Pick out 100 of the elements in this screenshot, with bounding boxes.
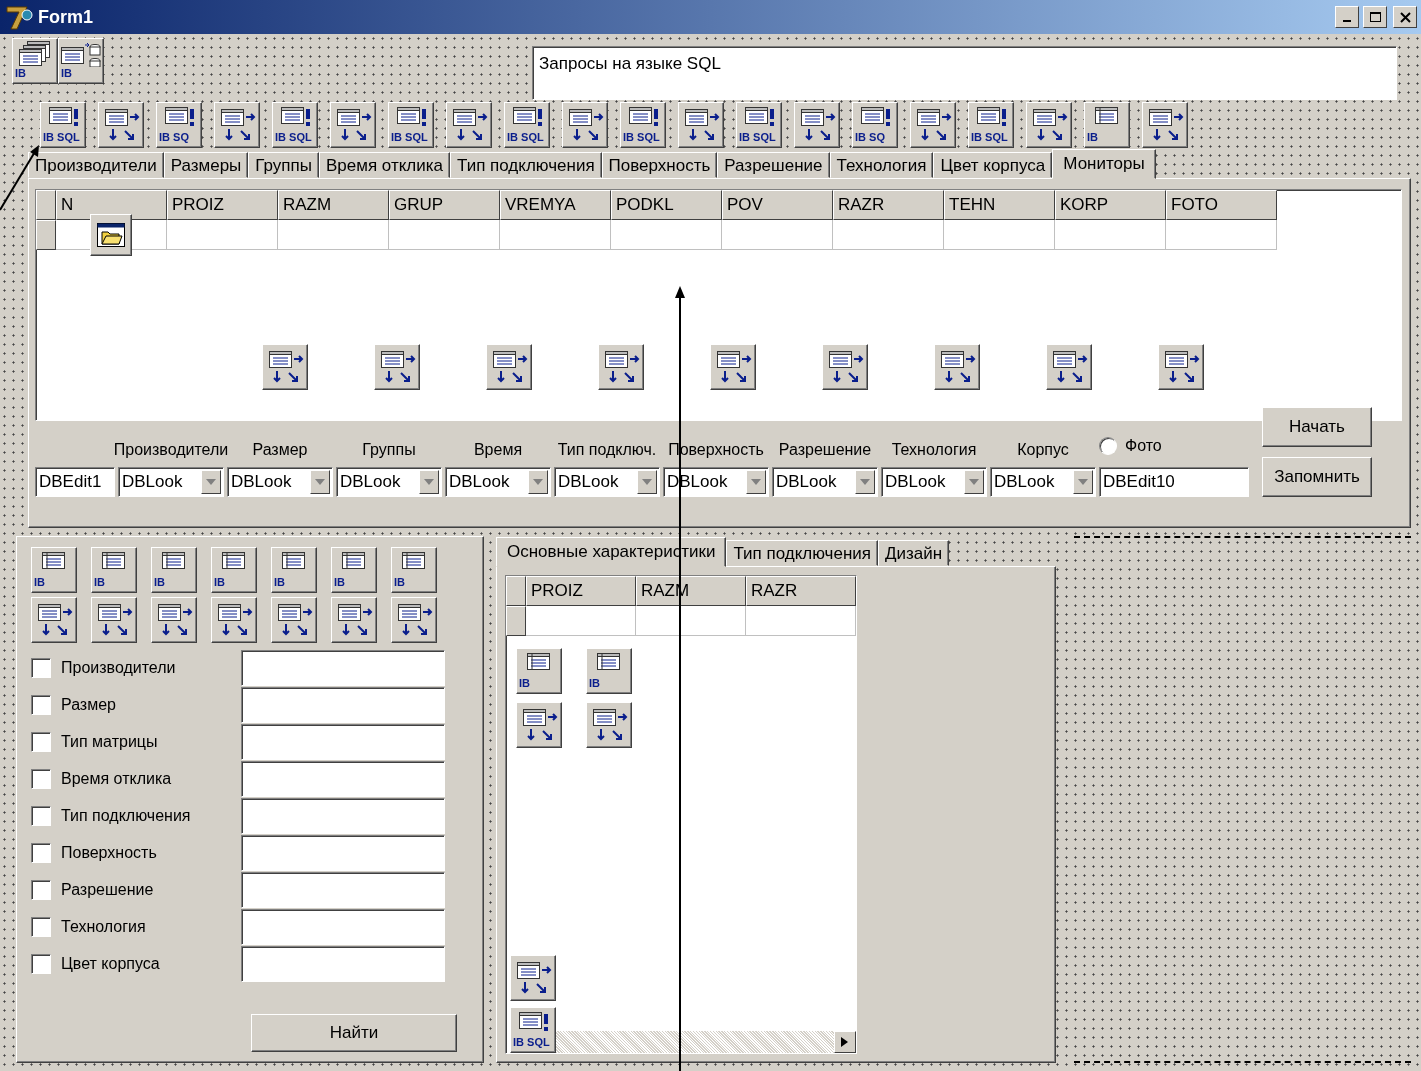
input-field[interactable] [241,946,445,982]
column-header[interactable]: VREMYA [500,190,611,220]
column-header[interactable]: PROIZ [167,190,278,220]
input-field[interactable] [241,909,445,945]
datasource-component-icon [1026,102,1072,148]
text-field[interactable]: DBEdit1 [35,467,115,497]
datasource-component-icon [98,102,144,148]
query-component-icon: IB SQ [852,102,898,148]
maximize-button[interactable] [1363,6,1387,28]
transaction-component-icon: IB [58,38,104,84]
column-header[interactable]: POV [722,190,833,220]
row-indicator [506,606,526,636]
memo-field[interactable]: Запросы на языке SQL [532,46,1397,100]
tab[interactable]: Тип подключения [450,152,602,178]
button[interactable]: Запомнить [1262,457,1372,497]
datasource-component-icon [262,344,308,390]
datasource-component-icon [910,102,956,148]
checkbox-label: Поверхность [61,843,158,863]
datasource-component-icon [678,102,724,148]
input-field[interactable] [241,687,445,723]
field-label: Технология [891,440,977,460]
scroll-right-button[interactable] [834,1031,856,1053]
close-button[interactable] [1393,6,1417,28]
row-indicator [36,220,56,250]
datasource-component-icon [211,597,257,643]
table-component-icon: IB [91,547,137,593]
field-label: Производители [113,440,229,460]
dropdown-field[interactable]: DBLook [227,467,333,497]
dropdown-field[interactable]: DBLook [336,467,442,497]
input-field[interactable] [241,872,445,908]
datasource-component-icon [822,344,868,390]
column-header[interactable]: RAZR [833,190,944,220]
table-component-icon: IB [331,547,377,593]
dropdown-field[interactable]: DBLook [554,467,660,497]
checkbox-label: Время отклика [61,769,173,789]
button[interactable]: Начать [1262,407,1372,447]
input-field[interactable] [241,798,445,834]
database-component-icon: IB [12,38,58,84]
data-grid[interactable]: N PROIZ RAZM GRUP VREMYA PODKL POV RAZR TEHN KORP FOTO [35,189,1402,421]
input-field[interactable] [241,650,445,686]
input-field[interactable] [241,761,445,797]
datasource-component-icon [934,344,980,390]
tab[interactable]: Группы [248,152,319,178]
tab[interactable]: Поверхность [601,152,718,178]
checkbox[interactable] [31,658,51,678]
checkbox[interactable] [31,732,51,752]
table-component-icon: IB [151,547,197,593]
table-component-icon: IB [586,648,632,694]
find-button[interactable]: Найти [251,1014,457,1052]
column-header[interactable]: PROIZ [526,576,636,606]
column-header[interactable]: RAZR [746,576,856,606]
dropdown-field[interactable]: DBLook [118,467,224,497]
checkbox-label: Тип подключения [61,806,192,826]
tab[interactable]: Мониторы [1052,149,1156,179]
column-header[interactable]: FOTO [1166,190,1277,220]
column-header[interactable]: KORP [1055,190,1166,220]
datasource-component-icon [151,597,197,643]
radio-button[interactable] [1099,437,1117,455]
field-label: Тип подключ. [557,440,657,460]
open-dialog-component-icon [90,214,132,256]
query-component-icon: IB SQL [510,1007,556,1053]
dropdown-field[interactable]: DBLook [990,467,1096,497]
checkbox[interactable] [31,954,51,974]
tab[interactable]: Цвет корпуса [933,152,1053,178]
column-header[interactable]: TEHN [944,190,1055,220]
checkbox[interactable] [31,806,51,826]
tab[interactable]: Технология [829,152,934,178]
checkbox[interactable] [31,695,51,715]
input-field[interactable] [241,835,445,871]
checkbox-label: Тип матрицы [61,732,159,752]
table-component-icon: IB [211,547,257,593]
query-component-icon: IB SQL [736,102,782,148]
caret-icon [533,479,543,485]
dropdown-field[interactable]: DBLook [445,467,551,497]
right-arrow-icon [841,1037,849,1047]
dropdown-field[interactable]: DBLook [772,467,878,497]
row-indicator [506,576,526,606]
column-header[interactable]: GRUP [389,190,500,220]
input-field[interactable] [241,724,445,760]
column-header[interactable]: PODKL [611,190,722,220]
tab[interactable]: Производители [28,152,164,178]
caret-icon [206,479,216,485]
tab[interactable]: Тип подключения [726,540,878,566]
checkbox[interactable] [31,880,51,900]
caret-icon [751,479,761,485]
tab[interactable]: Время отклика [318,152,450,178]
datasource-component-icon [510,955,556,1001]
tab[interactable]: Размеры [163,152,249,178]
tab[interactable]: Дизайн [878,540,950,566]
query-component-icon: IB SQL [968,102,1014,148]
checkbox[interactable] [31,843,51,863]
checkbox[interactable] [31,917,51,937]
checkbox[interactable] [31,769,51,789]
tab[interactable]: Разрешение [717,152,830,178]
datasource-component-icon [330,102,376,148]
minimize-button[interactable] [1335,6,1359,28]
text-field[interactable]: DBEdit10 [1099,467,1249,497]
column-header[interactable]: N [56,190,167,220]
dropdown-field[interactable]: DBLook [881,467,987,497]
column-header[interactable]: RAZM [278,190,389,220]
